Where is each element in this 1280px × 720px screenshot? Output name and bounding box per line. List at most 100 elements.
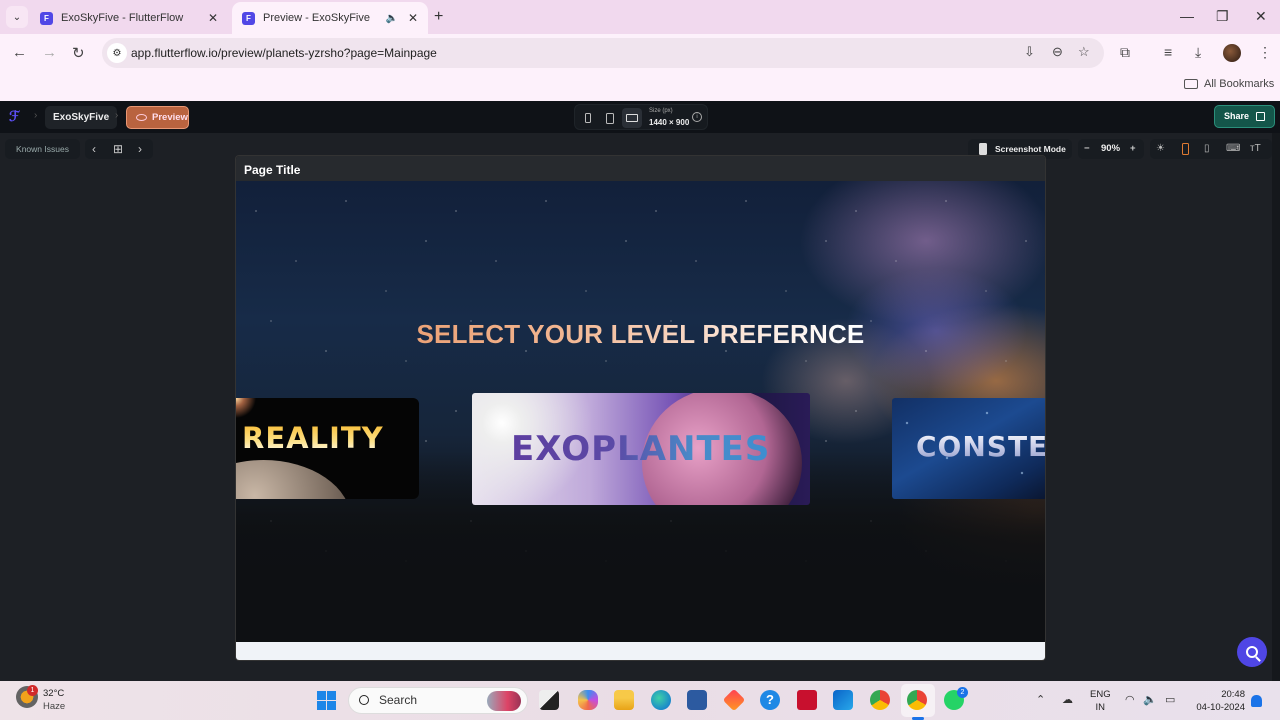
project-name-button[interactable]: ExoSkyFive <box>45 106 118 129</box>
edge-icon[interactable] <box>651 690 671 710</box>
address-bar[interactable]: ⚙ app.flutterflow.io/preview/planets-yzr… <box>102 38 1104 68</box>
url-text[interactable]: app.flutterflow.io/preview/planets-yzrsh… <box>131 46 437 60</box>
close-tab-icon[interactable]: ✕ <box>408 11 418 25</box>
scrollbar[interactable] <box>1272 133 1280 681</box>
search-placeholder: Search <box>379 693 418 707</box>
language-indicator[interactable]: ENG IN <box>1090 688 1111 714</box>
mobile-device-button[interactable] <box>578 108 598 128</box>
chrome-menu-icon[interactable]: ⋮ <box>1258 44 1272 61</box>
text-size-icon[interactable]: тT <box>1250 143 1261 154</box>
level-card-reality[interactable]: REALITY <box>236 398 419 499</box>
weather-condition[interactable]: Haze <box>43 701 65 712</box>
microsoft-store-icon[interactable] <box>687 690 707 710</box>
copilot-icon[interactable] <box>578 690 598 710</box>
search-assistant-button[interactable] <box>1237 637 1267 667</box>
external-link-icon <box>1256 112 1265 121</box>
forward-icon[interactable]: → <box>42 44 57 61</box>
search-highlight-image <box>487 691 521 711</box>
share-label: Share <box>1224 111 1250 121</box>
tab-search-button[interactable]: ⌄ <box>6 6 28 28</box>
tablet-frame-icon[interactable]: ▯ <box>1204 143 1210 154</box>
phone-icon <box>585 113 591 123</box>
outlook-icon[interactable] <box>833 690 853 710</box>
close-tab-icon[interactable]: ✕ <box>208 11 218 25</box>
bookmark-star-icon[interactable]: ☆ <box>1078 44 1090 60</box>
maximize-button[interactable]: ❐ <box>1216 8 1229 25</box>
grid-icon[interactable]: ⊞ <box>113 142 123 156</box>
app-diamond-icon[interactable] <box>722 688 746 712</box>
profile-avatar[interactable] <box>1223 44 1241 62</box>
windows-taskbar: 1 32°C Haze Search ? 2 ⌃ ☁ ENG IN ◠ 🔈 ▭ <box>0 681 1280 720</box>
chevron-left-icon[interactable]: ‹ <box>92 142 96 156</box>
downloads-icon[interactable]: ⤓ <box>1195 44 1201 61</box>
chevron-up-icon[interactable]: ⌃ <box>1036 693 1045 706</box>
reload-icon[interactable]: ↻ <box>72 44 85 62</box>
card-label: EXOPLANTES <box>511 429 771 469</box>
eye-icon <box>136 114 147 121</box>
keyboard-icon[interactable]: ⌨ <box>1226 143 1240 154</box>
chevron-right-icon[interactable]: › <box>138 142 142 156</box>
tab-flutterflow-editor[interactable]: F ExoSkyFive - FlutterFlow ✕ <box>30 2 228 34</box>
zoom-in-button[interactable]: + <box>1130 139 1136 159</box>
weather-badge: 1 <box>27 685 38 696</box>
app-bar: Page Title <box>236 156 1045 181</box>
notification-bell-icon[interactable] <box>1251 695 1262 707</box>
tab-title: ExoSkyFive - FlutterFlow <box>61 12 184 24</box>
chrome-profile-icon[interactable] <box>907 690 927 710</box>
known-issues-button[interactable]: Known Issues <box>5 139 80 159</box>
window-close-button[interactable]: ✕ <box>1255 8 1267 25</box>
share-button[interactable]: Share <box>1214 105 1275 128</box>
size-value: 1440 × 900 <box>649 118 690 127</box>
level-card-exoplanets[interactable]: EXOPLANTES <box>472 393 810 505</box>
taskbar-search[interactable]: Search <box>348 687 528 714</box>
search-icon <box>359 695 369 705</box>
new-tab-button[interactable]: + <box>434 8 443 26</box>
tab-preview[interactable]: F Preview - ExoSkyFive 🔈 ✕ <box>232 2 428 34</box>
clock[interactable]: 20:48 04-10-2024 <box>1190 688 1245 714</box>
zoom-icon[interactable]: ⊖ <box>1052 44 1063 60</box>
bookmarks-bar: All Bookmarks <box>0 72 1280 101</box>
portrait-orientation-icon[interactable] <box>1182 143 1189 155</box>
minimize-button[interactable]: — <box>1180 8 1194 24</box>
zoom-control: − 90% + <box>1078 139 1144 159</box>
time: 20:48 <box>1221 689 1245 700</box>
file-explorer-icon[interactable] <box>614 690 634 710</box>
back-icon[interactable]: ← <box>12 44 27 61</box>
page-title: Page Title <box>244 163 301 177</box>
chrome-icon[interactable] <box>870 690 890 710</box>
light-mode-icon[interactable]: ☀ <box>1156 143 1165 154</box>
tablet-device-button[interactable] <box>600 108 620 128</box>
preview-button[interactable]: Preview <box>126 106 189 129</box>
screenshot-icon <box>979 143 987 155</box>
task-view-icon[interactable] <box>539 690 559 710</box>
monitor-icon <box>626 114 638 122</box>
preview-label: Preview <box>152 112 188 123</box>
level-card-constellations[interactable]: CONSTE <box>892 398 1045 499</box>
bottom-bar <box>236 642 1045 660</box>
install-app-icon[interactable]: ⇩ <box>1024 44 1035 60</box>
zoom-level: 90% <box>1101 143 1121 154</box>
all-bookmarks-button[interactable]: All Bookmarks <box>1184 78 1274 90</box>
volume-icon[interactable]: 🔈 <box>1143 693 1157 706</box>
help-icon[interactable]: ? <box>760 690 780 710</box>
level-preference-heading: SELECT YOUR LEVEL PREFERNCE <box>236 319 1045 350</box>
weather-temperature[interactable]: 32°C <box>43 688 64 699</box>
start-button[interactable] <box>317 691 336 710</box>
mcafee-icon[interactable] <box>797 690 817 710</box>
device-selector: Size (px) 1440 × 900 i <box>574 104 708 130</box>
media-controls-icon[interactable]: ≡ <box>1164 44 1172 60</box>
desktop-device-button[interactable] <box>622 108 642 128</box>
info-icon[interactable]: i <box>692 112 702 122</box>
chevron-down-icon: ⌄ <box>12 11 22 23</box>
app-preview-frame: Page Title SELECT YOUR LEVEL PREFERNCE R… <box>235 155 1046 661</box>
speaker-icon[interactable]: 🔈 <box>386 13 398 24</box>
browser-toolbar: ← → ↻ ⚙ app.flutterflow.io/preview/plane… <box>0 34 1280 72</box>
onedrive-icon[interactable]: ☁ <box>1062 693 1073 706</box>
zoom-out-button[interactable]: − <box>1084 139 1090 159</box>
flutterflow-logo-icon[interactable]: ℱ <box>9 108 25 125</box>
extensions-icon[interactable]: ⧉ <box>1120 44 1130 61</box>
site-settings-icon[interactable]: ⚙ <box>107 43 127 63</box>
battery-icon[interactable]: ▭ <box>1165 693 1175 706</box>
wifi-icon[interactable]: ◠ <box>1125 693 1135 706</box>
tab-title: Preview - ExoSkyFive <box>263 12 370 24</box>
